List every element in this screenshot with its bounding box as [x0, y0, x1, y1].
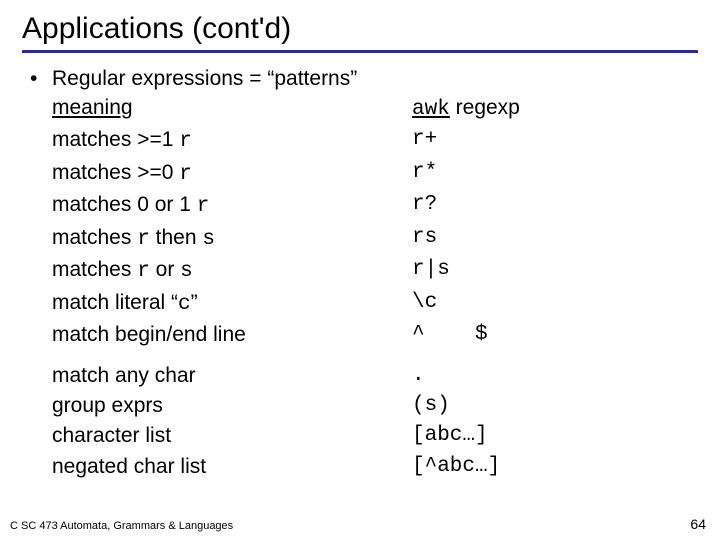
table-row: matches r then s rs: [52, 223, 698, 255]
footer-page-number: 64: [690, 516, 706, 532]
table-row: match any char .: [52, 361, 698, 391]
row-gap: [52, 351, 698, 361]
table-row: matches >=0 r r*: [52, 158, 698, 190]
footer-course: C SC 473 Automata, Grammars & Languages: [10, 520, 233, 532]
table-row: group exprs (s): [52, 391, 698, 421]
header-meaning: meaning: [52, 93, 412, 125]
title-rule: [22, 50, 698, 53]
slide: Applications (cont'd) • Regular expressi…: [0, 0, 720, 540]
table-row: matches r or s r|s: [52, 255, 698, 287]
bullet-text: Regular expressions = “patterns”: [52, 67, 357, 91]
page-title: Applications (cont'd): [22, 12, 698, 46]
table-row: negated char list [^abc…]: [52, 452, 698, 482]
content-area: • Regular expressions = “patterns” meani…: [22, 67, 698, 482]
table-header-row: meaning awk regexp: [52, 93, 698, 125]
table-row: match literal “c” \c: [52, 288, 698, 320]
regex-table: meaning awk regexp matches >=1 r r+ matc…: [30, 93, 698, 482]
bullet-marker: •: [30, 67, 52, 91]
table-row: matches 0 or 1 r r?: [52, 190, 698, 222]
table-row: match begin/end line ^ $: [52, 320, 698, 350]
header-awk: awk regexp: [412, 93, 698, 125]
table-row: matches >=1 r r+: [52, 125, 698, 157]
table-row: character list [abc…]: [52, 421, 698, 451]
bullet-row: • Regular expressions = “patterns”: [30, 67, 698, 91]
